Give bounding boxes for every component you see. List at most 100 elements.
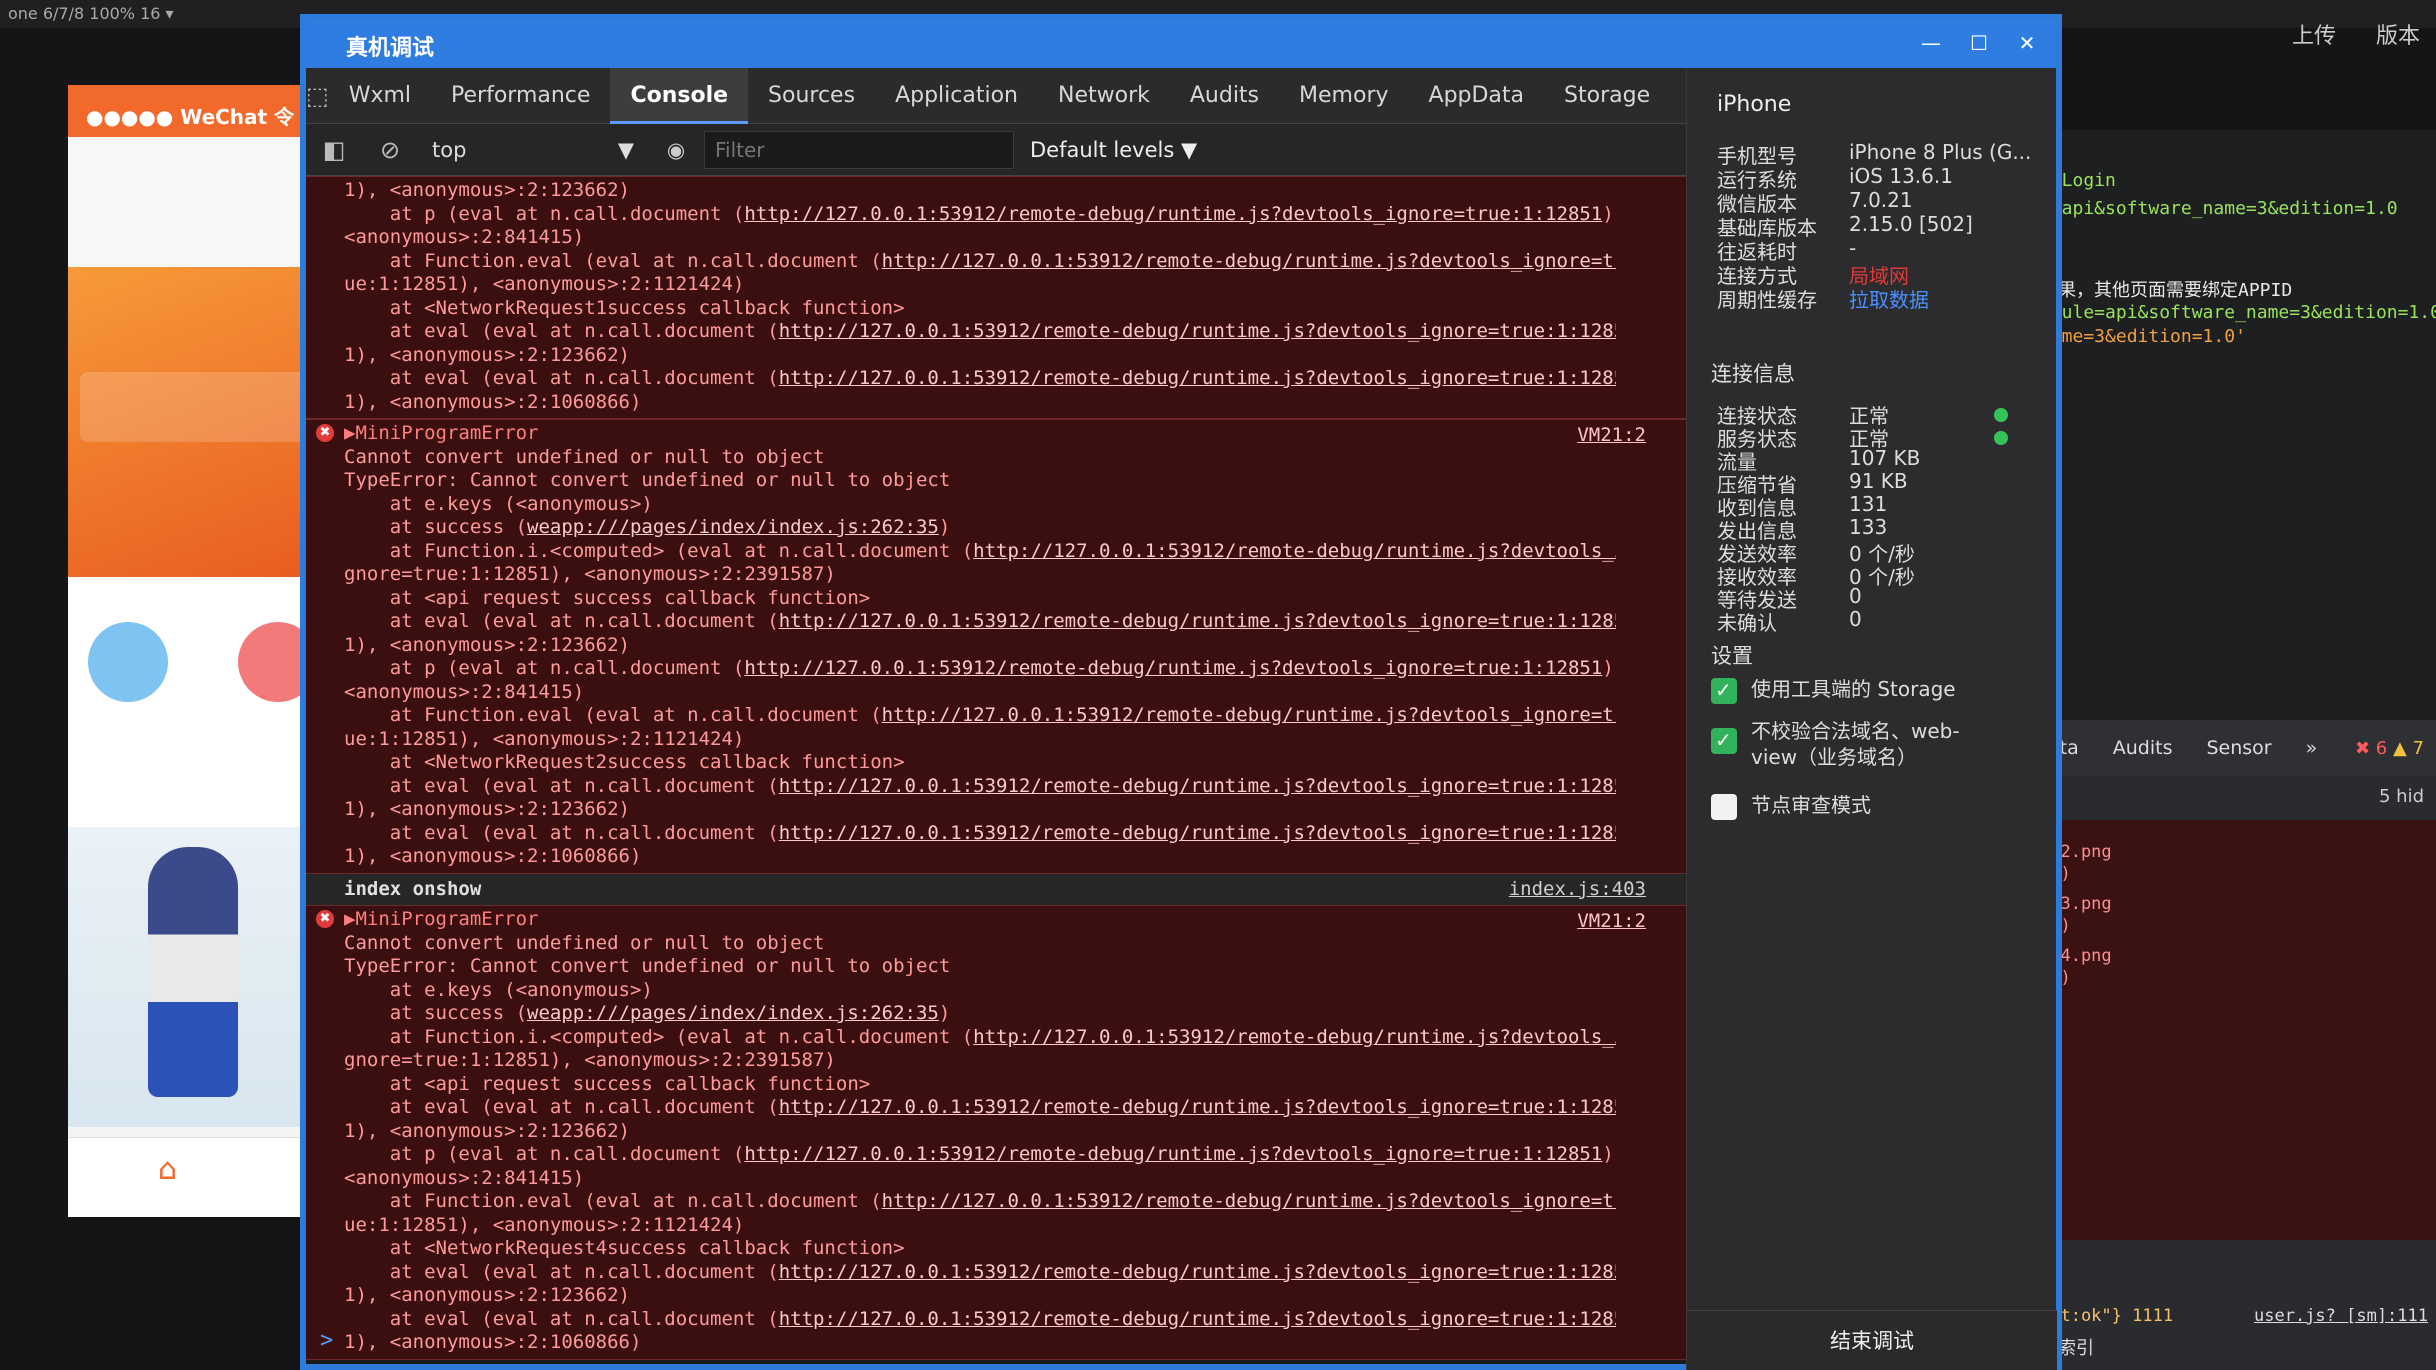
tab-memory[interactable]: Memory xyxy=(1279,68,1408,124)
console-line: at e.keys (<anonymous>) xyxy=(344,978,653,1001)
console-line: 1), <anonymous>:2:123662) xyxy=(344,633,630,656)
console-prompt[interactable]: > xyxy=(320,1328,333,1353)
devtools-tabbar: ⬚ Wxml Performance Console Sources Appli… xyxy=(306,67,1775,124)
chevron-down-icon: ▼ xyxy=(617,137,634,162)
context-selector[interactable]: top ▼ xyxy=(418,138,648,162)
phone-simulator: ●●●●● WeChat 令 ⌂ xyxy=(68,85,338,1217)
tab-storage[interactable]: Storage xyxy=(1544,68,1670,124)
stack-source-link[interactable]: http://127.0.0.1:53912/remote-debug/runt… xyxy=(973,1026,1616,1048)
stack-source-link[interactable]: http://127.0.0.1:53912/remote-debug/runt… xyxy=(779,610,1616,632)
upload-label[interactable]: 上传 xyxy=(2292,18,2336,50)
stack-source-link[interactable]: http://127.0.0.1:53912/remote-debug/runt… xyxy=(973,540,1616,562)
stack-source-link[interactable]: http://127.0.0.1:53912/remote-debug/runt… xyxy=(882,250,1616,272)
bg-console-source[interactable]: user.js? [sm]:111 xyxy=(2254,1306,2428,1326)
tab-appdata[interactable]: AppData xyxy=(1409,68,1545,124)
sidebar-toggle-icon[interactable]: ◧ xyxy=(306,136,362,164)
stack-source-link[interactable]: http://127.0.0.1:53912/remote-debug/runt… xyxy=(779,1308,1616,1330)
console-line: at p (eval at n.call.document (http://12… xyxy=(344,1143,1616,1165)
console-line: at eval (eval at n.call.document (http:/… xyxy=(344,610,1616,634)
phone-banner xyxy=(68,267,338,577)
status-ok-dot xyxy=(1994,431,2008,445)
stack-source-link[interactable]: http://127.0.0.1:53912/remote-debug/runt… xyxy=(779,822,1616,844)
tab-performance[interactable]: Performance xyxy=(431,68,610,124)
filter-input[interactable] xyxy=(704,130,1014,169)
log-levels-dropdown[interactable]: Default levels ▼ xyxy=(1030,138,1197,162)
stack-source-link[interactable]: http://127.0.0.1:53912/remote-debug/runt… xyxy=(779,775,1616,797)
bg-error-counts: ✖ 6 ▲ 7 xyxy=(2355,738,2424,759)
console-line: at Function.eval (eval at n.call.documen… xyxy=(344,250,1616,274)
console-line: at Function.i.<computed> (eval at n.call… xyxy=(344,540,1616,564)
console-line: ▶MiniProgramError xyxy=(344,422,539,444)
code-line: e=api&software_name=3&edition=1.0 xyxy=(2040,198,2398,219)
bg-tab[interactable]: Sensor xyxy=(2206,737,2271,759)
bg-console: 972.png or) 253.png or) 944.png or) xyxy=(2040,820,2436,1240)
stack-source-link[interactable]: weapp:///pages/index/index.js:262:35 xyxy=(527,516,939,538)
node-inspect-checkbox[interactable] xyxy=(1711,794,1737,820)
tab-application[interactable]: Application xyxy=(875,68,1038,124)
bg-hidden-count: 5 hid xyxy=(2378,786,2424,807)
use-tool-storage-checkbox[interactable] xyxy=(1711,678,1737,704)
console-line: at success (weapp:///pages/index/index.j… xyxy=(344,1002,951,1024)
console-line: Cannot convert undefined or null to obje… xyxy=(344,445,825,468)
phone-nav-icon[interactable] xyxy=(88,622,168,702)
stack-source-link[interactable]: http://127.0.0.1:53912/remote-debug/runt… xyxy=(882,1190,1616,1212)
minimize-button[interactable]: — xyxy=(1910,26,1952,60)
console-line: gnore=true:1:12851), <anonymous>:2:23915… xyxy=(344,563,836,585)
inspect-element-icon[interactable]: ⬚ xyxy=(306,82,329,110)
close-button[interactable]: ✕ xyxy=(2006,26,2048,60)
console-line: at eval (eval at n.call.document (http:/… xyxy=(344,1096,1616,1120)
console-line: 1), <anonymous>:2:123662) xyxy=(344,1284,630,1306)
child-photo xyxy=(148,847,238,1097)
bg-tab-more[interactable]: » xyxy=(2306,737,2318,759)
console-line: at e.keys (<anonymous>) xyxy=(344,492,653,515)
console-line: <anonymous>:2:841415) xyxy=(344,1166,585,1189)
console-output[interactable]: 1), <anonymous>:2:123662) at p (eval at … xyxy=(306,176,1686,1364)
tab-audits[interactable]: Audits xyxy=(1170,68,1279,124)
maximize-button[interactable]: ☐ xyxy=(1958,26,2000,60)
stack-source-link[interactable]: http://127.0.0.1:53912/remote-debug/runt… xyxy=(779,320,1616,342)
tab-console[interactable]: Console xyxy=(610,67,749,124)
console-line: at p (eval at n.call.document (http://12… xyxy=(344,202,1616,225)
clear-console-icon[interactable]: ⊘ xyxy=(362,136,418,164)
stack-source-link[interactable]: weapp:///pages/index/index.js:262:35 xyxy=(527,1002,939,1024)
end-debug-button[interactable]: 结束调试 xyxy=(1687,1310,2057,1370)
info-row: 周期性缓存 拉取数据 xyxy=(1717,284,2037,314)
error-source-link[interactable]: VM21:2 xyxy=(1577,424,1646,448)
tab-wxml[interactable]: Wxml xyxy=(329,68,431,124)
stack-source-link[interactable]: http://127.0.0.1:53912/remote-debug/runt… xyxy=(779,1096,1616,1118)
version-label[interactable]: 版本 xyxy=(2376,18,2420,50)
console-line: 1), <anonymous>:2:123662) xyxy=(344,343,630,366)
background-devtools-panel: ata Audits Sensor » ✖ 6 ▲ 7 5 hid 972.pn… xyxy=(2040,720,2436,1370)
console-line: ue:1:12851), <anonymous>:2:1121424) xyxy=(344,727,745,750)
console-line: at eval (eval at n.call.document (http:/… xyxy=(344,822,1616,846)
console-line: at <NetworkRequest1success callback func… xyxy=(344,296,905,319)
console-line: TypeError: Cannot convert undefined or n… xyxy=(344,955,951,977)
stack-source-link[interactable]: http://127.0.0.1:53912/remote-debug/runt… xyxy=(744,203,1602,225)
settings-heading: 设置 xyxy=(1711,644,1753,668)
console-error-message[interactable]: ✖ VM21:2 ▶MiniProgramError Cannot convert… xyxy=(306,905,1686,1360)
error-source-link[interactable]: VM21:2 xyxy=(1577,910,1646,934)
connection-info-heading: 连接信息 xyxy=(1711,362,1795,386)
skip-domain-check-checkbox[interactable] xyxy=(1711,728,1737,754)
tab-network[interactable]: Network xyxy=(1038,68,1170,124)
log-source-link[interactable]: index.js:403 xyxy=(1509,878,1646,902)
stack-source-link[interactable]: http://127.0.0.1:53912/remote-debug/runt… xyxy=(744,657,1602,679)
console-error-message[interactable]: ✖ VM21:2 ▶MiniProgramError Cannot convert… xyxy=(306,419,1686,874)
home-icon[interactable]: ⌂ xyxy=(158,1152,177,1187)
device-title: iPhone xyxy=(1717,92,1792,117)
tab-sources[interactable]: Sources xyxy=(748,68,875,124)
stack-source-link[interactable]: http://127.0.0.1:53912/remote-debug/runt… xyxy=(779,1261,1616,1283)
code-line: 效果，其他页面需要绑定APPID xyxy=(2040,280,2293,301)
stack-source-link[interactable]: http://127.0.0.1:53912/remote-debug/runt… xyxy=(779,367,1616,389)
live-expression-eye-icon[interactable]: ◉ xyxy=(648,138,704,162)
log-text: index onshow xyxy=(344,877,482,900)
window-titlebar[interactable]: 真机调试 — ☐ ✕ xyxy=(306,20,2056,68)
stack-source-link[interactable]: http://127.0.0.1:53912/remote-debug/runt… xyxy=(882,704,1616,726)
console-line: 1), <anonymous>:2:1060866) xyxy=(344,390,642,413)
window-controls: — ☐ ✕ xyxy=(1910,26,2048,60)
pull-data-link[interactable]: 拉取数据 xyxy=(1849,284,1929,314)
console-line: ▶MiniProgramError xyxy=(344,908,539,930)
bg-tab[interactable]: Audits xyxy=(2113,737,2173,759)
stack-source-link[interactable]: http://127.0.0.1:53912/remote-debug/runt… xyxy=(744,1143,1602,1165)
code-line: name=3&edition=1.0' xyxy=(2040,326,2246,347)
